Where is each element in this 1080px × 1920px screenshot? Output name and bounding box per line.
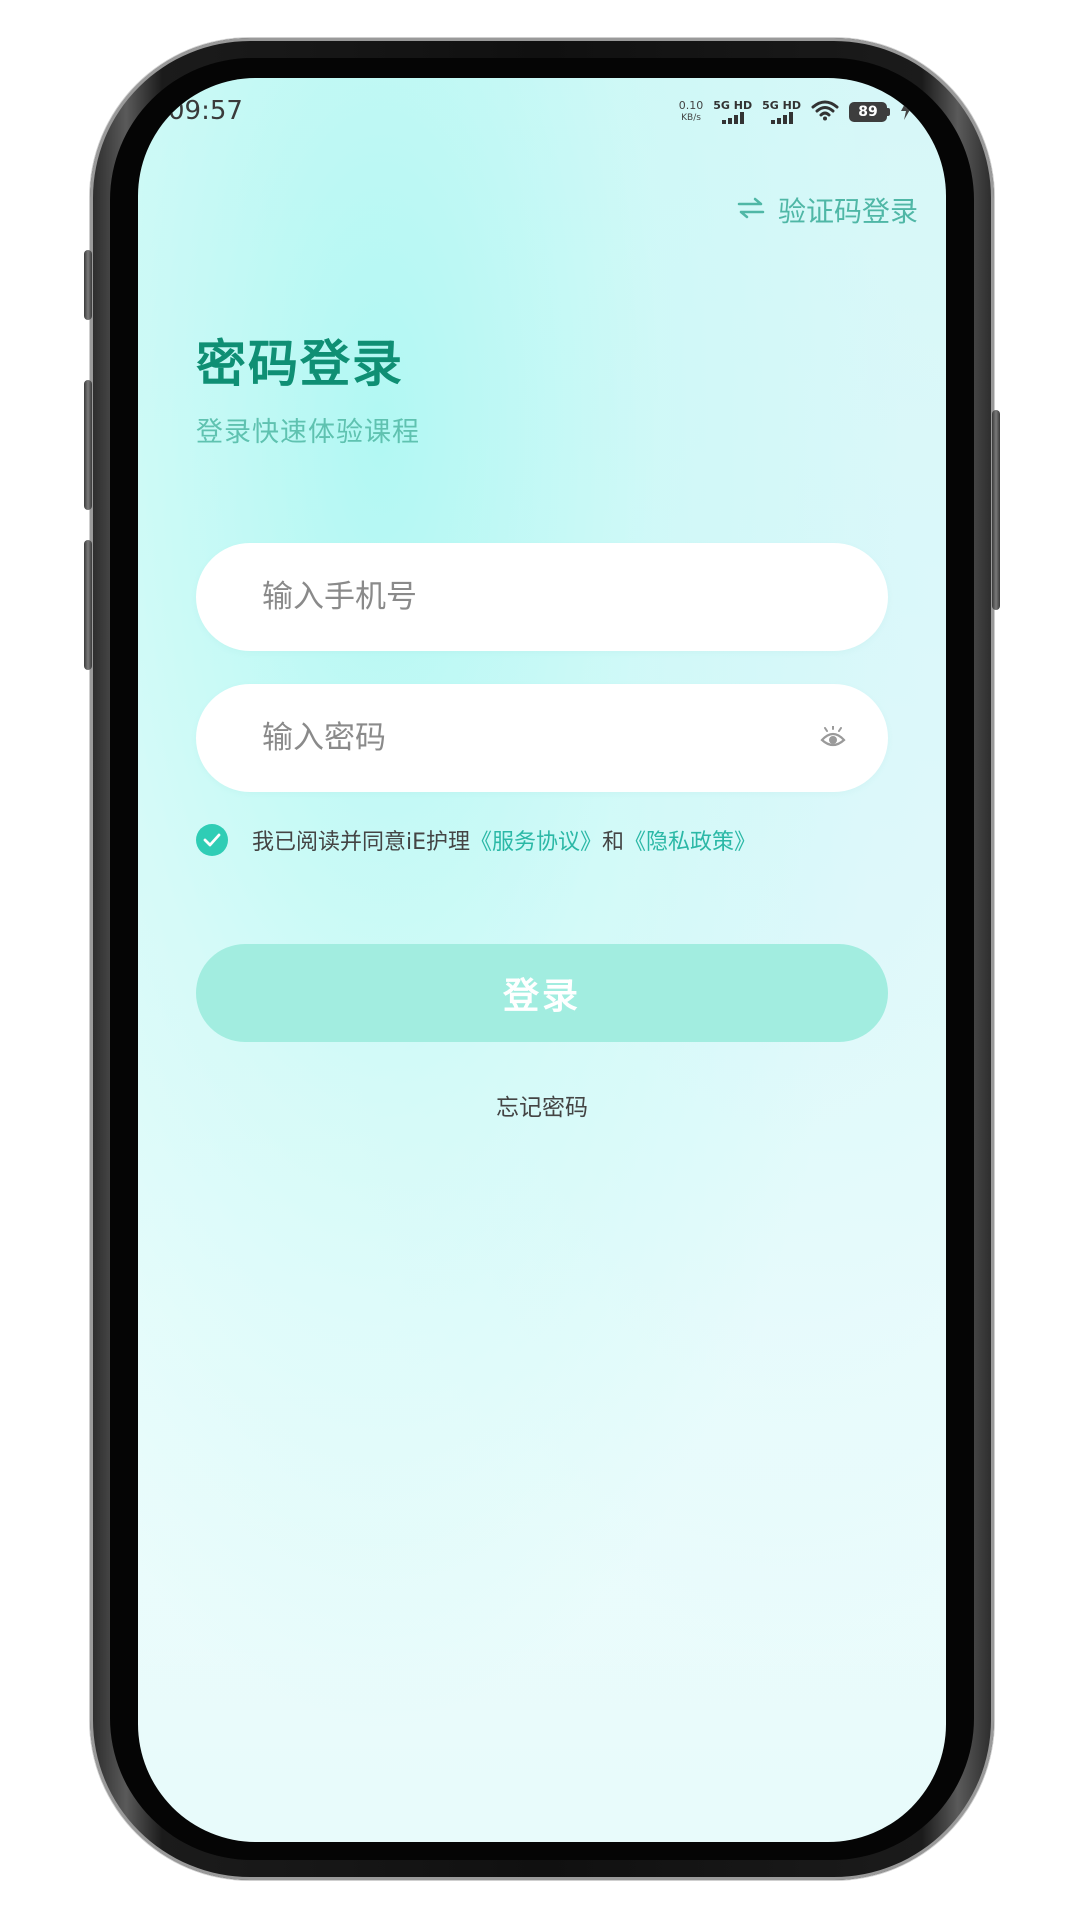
network-speed-value: 0.10 <box>678 99 704 112</box>
phone-side-button-left-1 <box>84 250 92 320</box>
check-icon <box>203 833 221 847</box>
battery-icon: 89 <box>849 102 890 122</box>
forgot-password-link[interactable]: 忘记密码 <box>138 1088 946 1122</box>
login-button[interactable]: 登录 <box>196 944 888 1042</box>
signal-icon: 5G HD <box>713 100 752 124</box>
switch-to-code-login-button[interactable]: 验证码登录 <box>736 190 918 230</box>
status-bar-icons: 0.10 KB/s 5G HD 5G HD 89 <box>679 94 912 130</box>
phone-field[interactable] <box>196 543 888 651</box>
signal-icon-2: 5G HD <box>762 100 801 124</box>
page-subtitle: 登录快速体验课程 <box>196 417 420 448</box>
status-time: 09:57 <box>168 96 243 126</box>
network-speed-unit: KB/s <box>681 113 701 123</box>
charging-icon <box>900 99 912 125</box>
page-title: 密码登录 <box>196 335 404 393</box>
swap-arrows-icon <box>736 194 766 227</box>
signal-bars-1 <box>721 112 744 124</box>
battery-level: 89 <box>849 102 887 122</box>
password-field[interactable] <box>196 684 888 792</box>
device-stage: 09:57 0.10 KB/s 5G HD 5G HD 89 验证码登录 密码登… <box>0 0 1080 1920</box>
network-speed: 0.10 KB/s <box>679 100 704 124</box>
terms-link[interactable]: 《服务协议》 <box>470 824 602 856</box>
agreement-connector: 和 <box>602 830 625 855</box>
switch-login-label: 验证码登录 <box>777 195 918 228</box>
phone-screen: 09:57 0.10 KB/s 5G HD 5G HD 89 验证码登录 密码登… <box>138 78 946 1842</box>
agreement-prefix: 我已阅读并同意iE护理 <box>252 830 471 855</box>
phone-side-button-left-2 <box>84 380 92 510</box>
privacy-link[interactable]: 《隐私政策》 <box>624 824 756 856</box>
agreement-row: 我已阅读并同意iE护理 《服务协议》 和 《隐私政策》 <box>196 824 756 856</box>
sim1-label: 5G HD <box>713 99 753 112</box>
eye-icon[interactable] <box>818 723 848 753</box>
signal-bars-2 <box>770 112 793 124</box>
agreement-checkbox[interactable] <box>196 824 228 856</box>
phone-side-button-right <box>992 410 1000 610</box>
phone-side-button-left-3 <box>84 540 92 670</box>
password-input[interactable] <box>260 719 818 757</box>
wifi-icon <box>811 99 839 125</box>
sim2-label: 5G HD <box>762 99 801 112</box>
phone-input[interactable] <box>260 578 848 616</box>
